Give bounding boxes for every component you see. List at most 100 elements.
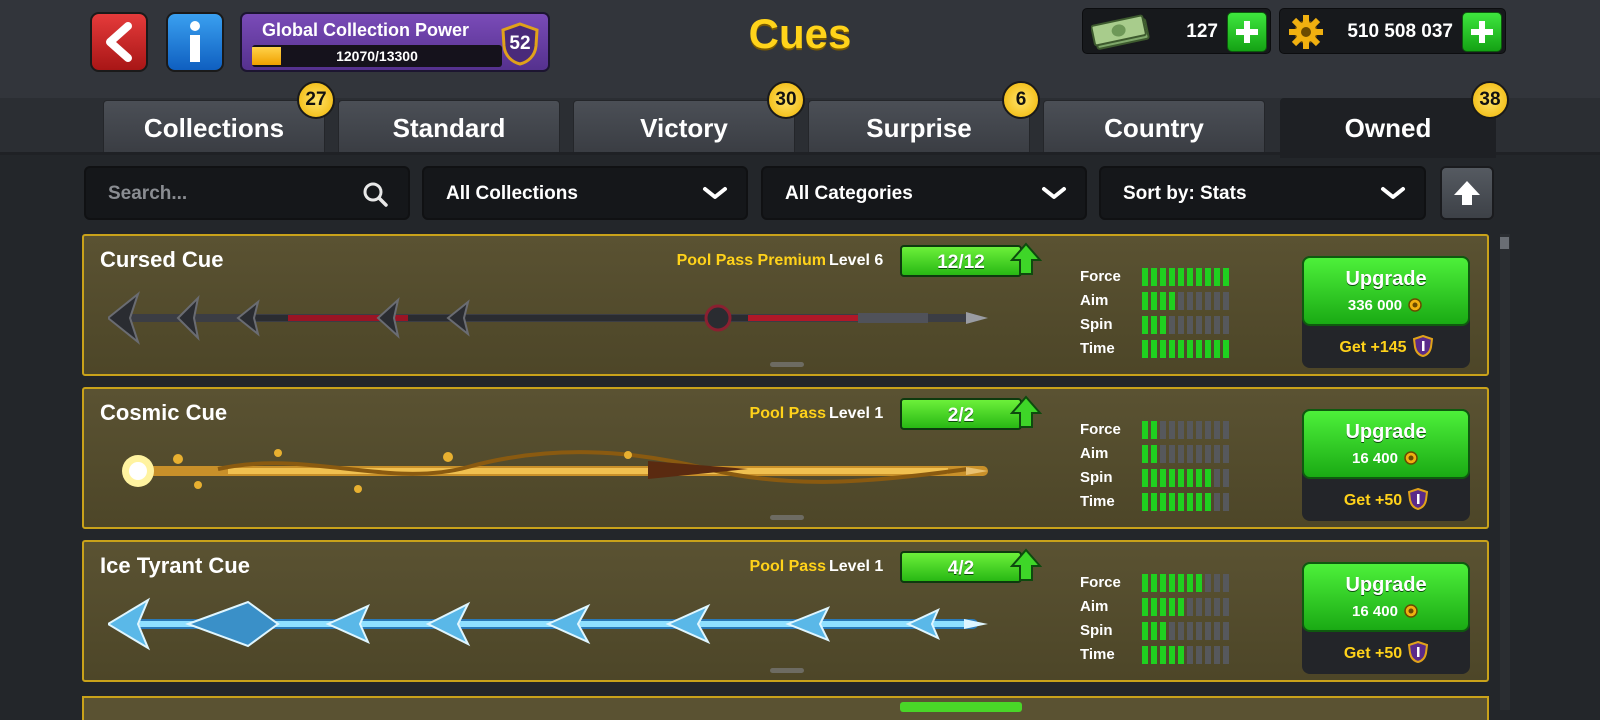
list-scrollbar[interactable]	[1500, 234, 1510, 710]
force-bar	[1142, 268, 1232, 286]
tab-owned[interactable]: Owned	[1280, 98, 1496, 158]
stat-segment	[1187, 340, 1193, 358]
stat-segment	[1142, 646, 1148, 664]
info-icon	[190, 21, 200, 62]
stat-segment	[1205, 268, 1211, 286]
stat-segment	[1151, 646, 1157, 664]
stat-segment	[1214, 622, 1220, 640]
stat-segment	[1223, 493, 1229, 511]
stat-segment	[1223, 445, 1229, 463]
stat-segment	[1205, 469, 1211, 487]
upgrade-panel: Upgrade 16 400 Get +50	[1302, 562, 1470, 674]
cue-progress-value: 2/2	[947, 405, 975, 426]
sort-dropdown-value: Sort by: Stats	[1123, 183, 1247, 204]
upgrade-panel: Upgrade 16 400 Get +50	[1302, 409, 1470, 521]
categories-dropdown[interactable]: All Categories	[761, 166, 1087, 220]
stat-segment	[1160, 292, 1166, 310]
spin-bar	[1142, 622, 1232, 640]
stat-segment	[1196, 646, 1202, 664]
upgrade-label: Upgrade	[1345, 421, 1427, 443]
sort-dropdown[interactable]: Sort by: Stats	[1099, 166, 1426, 220]
surprise-count-badge: 6	[1002, 81, 1040, 119]
stat-label-force: Force	[1080, 574, 1121, 591]
stat-segment	[1160, 646, 1166, 664]
stat-segment	[1178, 421, 1184, 439]
global-collection-power[interactable]: Global Collection Power 12070/13300 52	[240, 12, 550, 72]
cue-pass-label: Pool Pass	[749, 405, 826, 422]
add-cash-button[interactable]	[1227, 12, 1267, 52]
stat-segment	[1160, 574, 1166, 592]
tab-collections[interactable]: Collections	[103, 100, 325, 154]
coin-value: 510 508 037	[1347, 21, 1453, 42]
cash-value: 127	[1186, 21, 1218, 42]
stat-segment	[1214, 469, 1220, 487]
stat-segment	[1223, 340, 1229, 358]
owned-count-badge: 38	[1471, 81, 1509, 119]
search-input[interactable]: Search...	[84, 166, 410, 220]
stat-segment	[1187, 622, 1193, 640]
spin-bar	[1142, 469, 1232, 487]
cue-pass-label: Pool Pass Premium	[676, 252, 826, 269]
collection-level: 52	[509, 33, 531, 54]
cash-icon	[1091, 14, 1150, 50]
cosmic-cue-image	[122, 449, 988, 493]
upgrade-button[interactable]: Upgrade 16 400	[1302, 409, 1470, 479]
ice-tyrant-cue-image	[108, 597, 988, 651]
chevron-down-icon	[703, 187, 727, 199]
cue-level-progress: 2/2	[900, 398, 1022, 430]
shield-points-icon	[1408, 640, 1429, 664]
expand-handle[interactable]	[770, 668, 804, 673]
stat-label-time: Time	[1080, 646, 1115, 663]
coin-gear-icon	[1404, 451, 1418, 465]
upgrade-button[interactable]: Upgrade 16 400	[1302, 562, 1470, 632]
expand-handle[interactable]	[770, 515, 804, 520]
info-button[interactable]	[166, 12, 224, 72]
chevron-down-icon	[1042, 187, 1066, 199]
force-bar	[1142, 421, 1232, 439]
stat-segment	[1178, 598, 1184, 616]
stat-segment	[1214, 445, 1220, 463]
back-button[interactable]	[90, 12, 148, 72]
tab-victory[interactable]: Victory	[573, 100, 795, 154]
collections-dropdown[interactable]: All Collections	[422, 166, 748, 220]
stat-segment	[1223, 598, 1229, 616]
add-coins-button[interactable]	[1462, 12, 1502, 52]
stat-segment	[1187, 445, 1193, 463]
expand-handle[interactable]	[770, 362, 804, 367]
stat-segment	[1142, 622, 1148, 640]
sort-direction-button[interactable]	[1440, 166, 1494, 220]
scrollbar-thumb[interactable]	[1500, 237, 1509, 249]
stat-segment	[1223, 316, 1229, 334]
stat-segment	[1142, 340, 1148, 358]
stat-segment	[1205, 574, 1211, 592]
time-bar	[1142, 493, 1232, 511]
stat-segment	[1196, 493, 1202, 511]
stat-segment	[1178, 622, 1184, 640]
cue-card[interactable]: Cosmic Cue Pool Pass Level 1 2/2 Force A…	[82, 387, 1489, 529]
tab-country[interactable]: Country	[1043, 100, 1265, 154]
time-bar	[1142, 646, 1232, 664]
stat-segment	[1169, 622, 1175, 640]
stat-segment	[1151, 469, 1157, 487]
cue-card-partial[interactable]	[82, 696, 1489, 720]
cue-card[interactable]: Ice Tyrant Cue Pool Pass Level 1 4/2 For…	[82, 540, 1489, 682]
collection-level-shield-icon: 52	[500, 22, 540, 66]
upgrade-button[interactable]: Upgrade 336 000	[1302, 256, 1470, 326]
tab-surprise[interactable]: Surprise	[808, 100, 1030, 154]
collection-points-reward: Get +50	[1302, 640, 1470, 664]
plus-icon	[1236, 21, 1258, 43]
aim-bar	[1142, 292, 1232, 310]
back-arrow-icon	[106, 22, 132, 62]
stat-segment	[1205, 622, 1211, 640]
tab-standard[interactable]: Standard	[338, 100, 560, 154]
cue-level: Level 6	[829, 252, 884, 269]
stat-segment	[1169, 598, 1175, 616]
stat-segment	[1169, 268, 1175, 286]
cue-level: Level 1	[829, 558, 884, 575]
stat-segment	[1151, 421, 1157, 439]
stat-segment	[1223, 421, 1229, 439]
upgrade-cost-value: 16 400	[1352, 603, 1398, 620]
stat-label-aim: Aim	[1080, 445, 1109, 462]
cue-card[interactable]: Cursed Cue Pool Pass Premium Level 6 12/…	[82, 234, 1489, 376]
stat-label-force: Force	[1080, 268, 1121, 285]
